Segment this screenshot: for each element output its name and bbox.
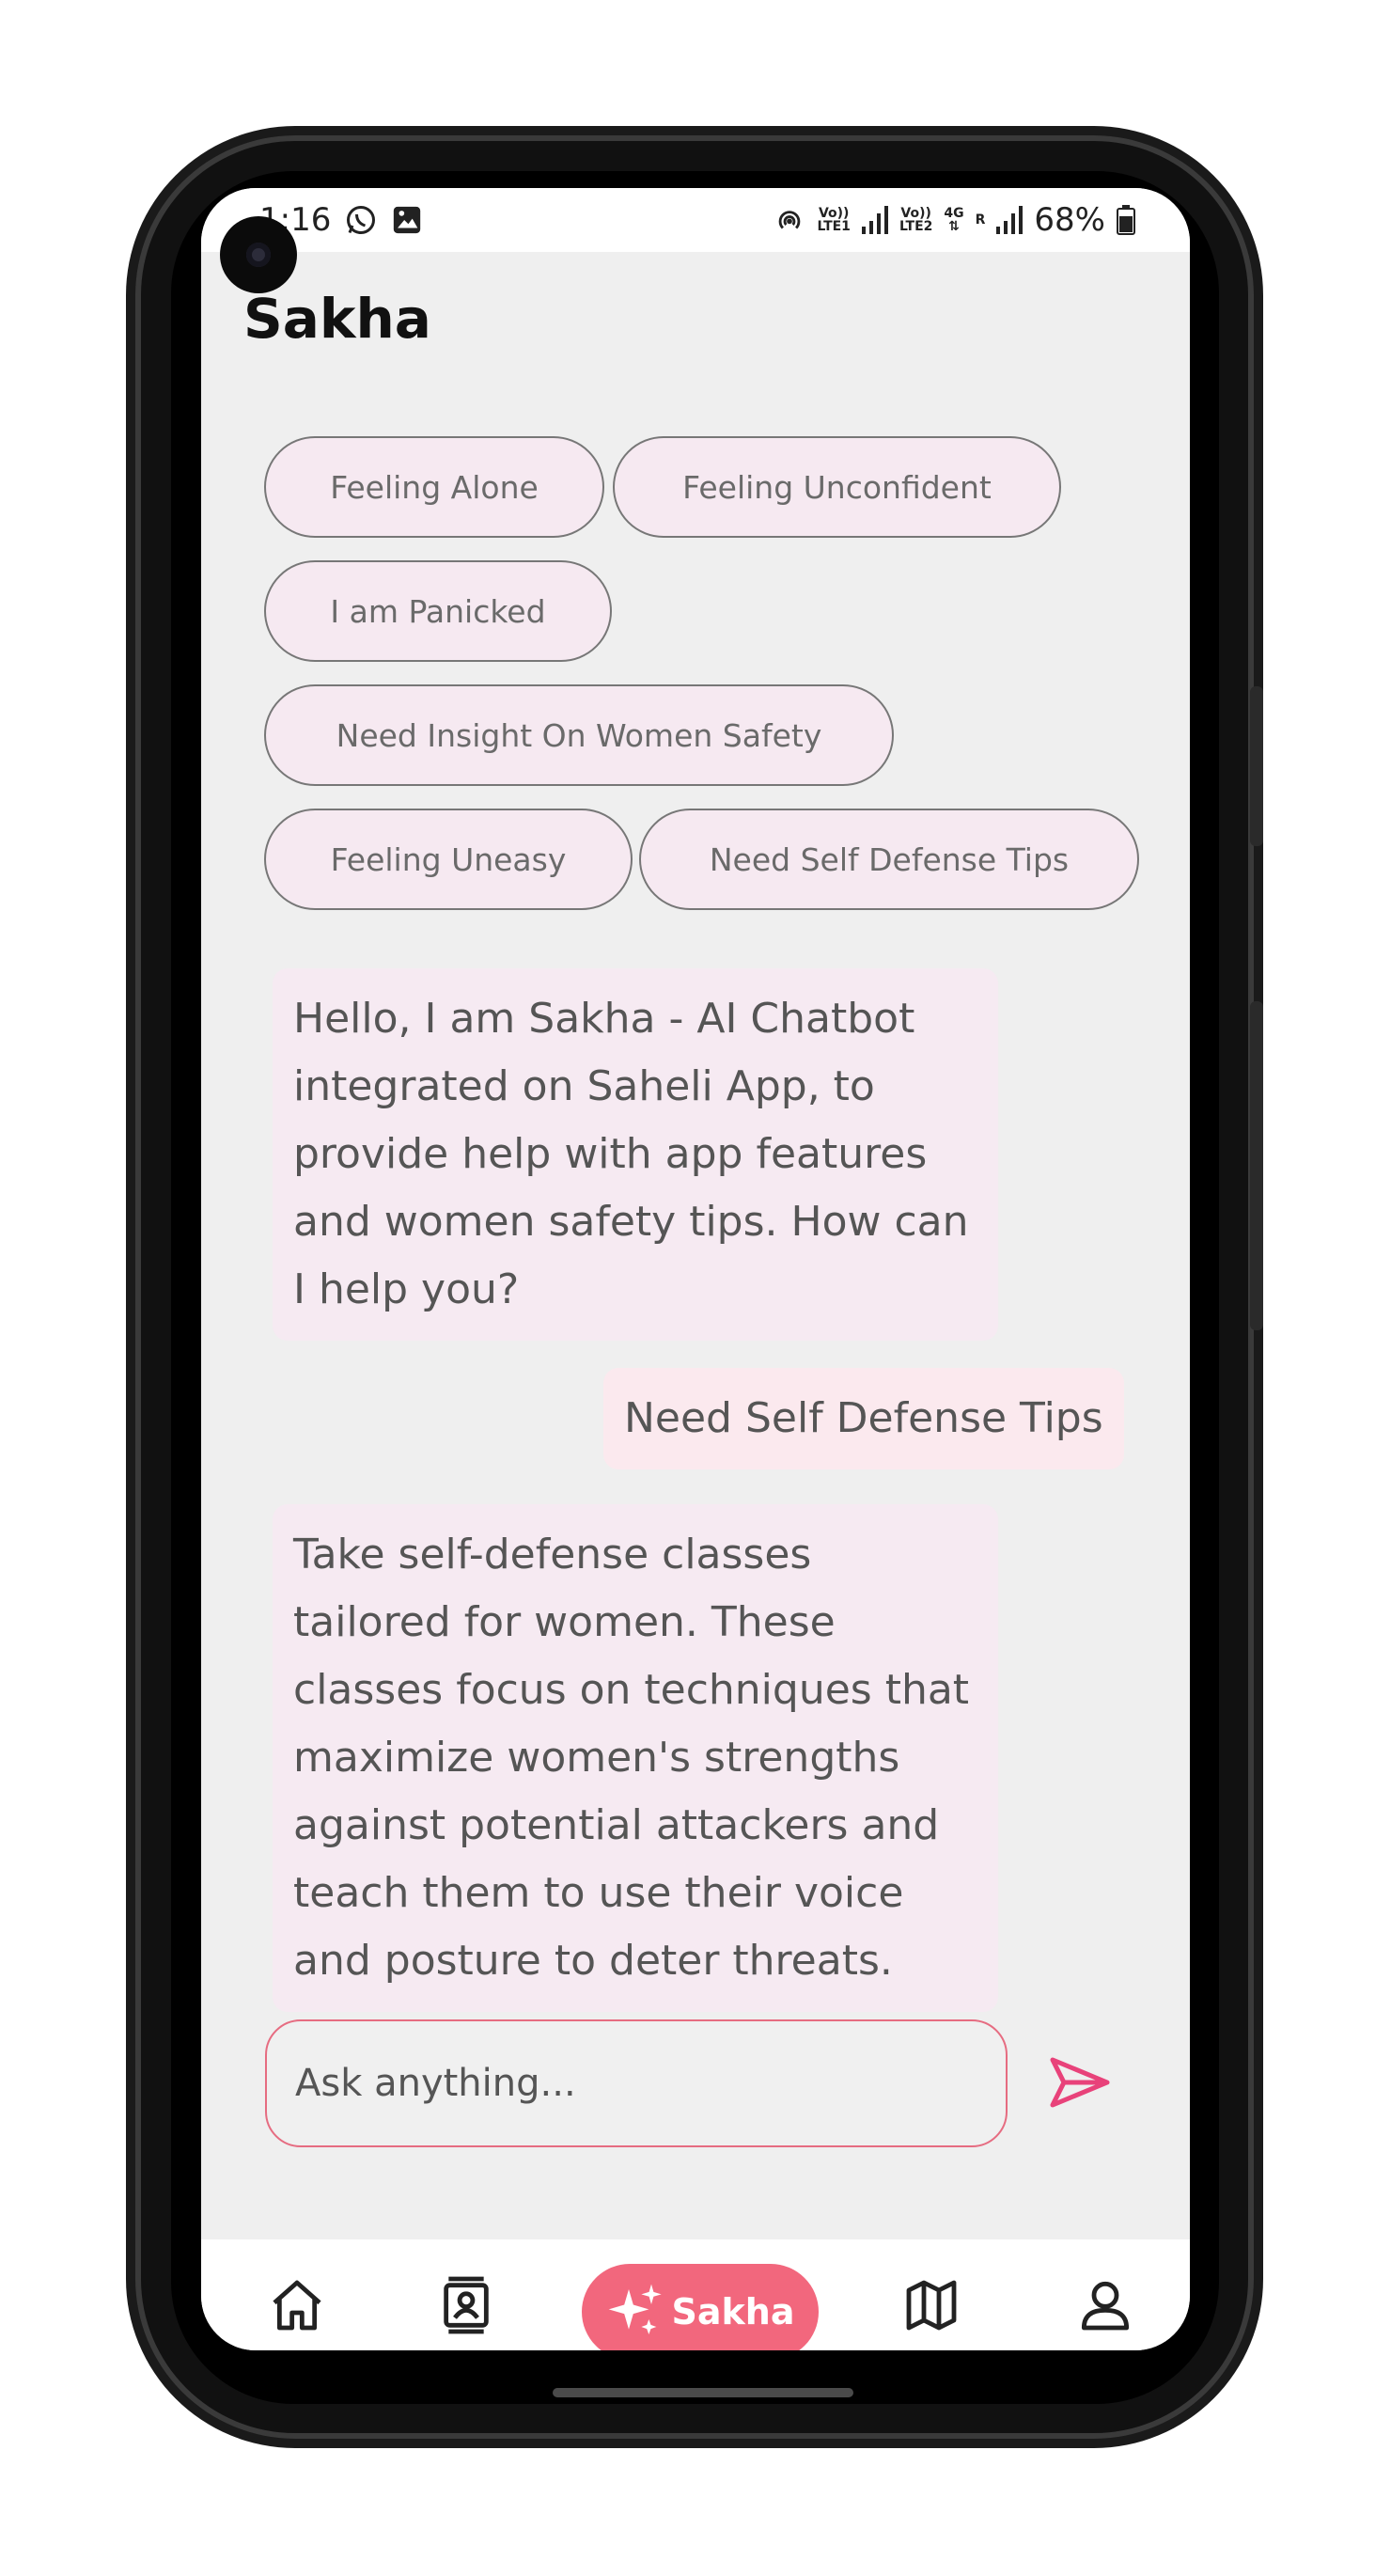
chip-feeling-alone[interactable]: Feeling Alone bbox=[264, 436, 604, 538]
chip-self-defense-tips[interactable]: Need Self Defense Tips bbox=[639, 809, 1139, 910]
contacts-icon[interactable] bbox=[436, 2275, 496, 2335]
camera-lens bbox=[246, 243, 271, 267]
send-icon[interactable] bbox=[1049, 2054, 1111, 2111]
battery-icon bbox=[1117, 205, 1135, 235]
sim1-volte: Vo)) bbox=[818, 206, 850, 221]
profile-icon[interactable] bbox=[1075, 2275, 1135, 2335]
bot-message: Take self-defense classes tailored for w… bbox=[273, 1504, 998, 2012]
front-camera bbox=[220, 216, 297, 293]
app-screen: 1:16 Vo)) LTE1 Vo)) LTE2 4G ⇅ R 68% Sakh… bbox=[201, 188, 1190, 2350]
chip-i-am-panicked[interactable]: I am Panicked bbox=[264, 560, 612, 662]
status-bar: 1:16 Vo)) LTE1 Vo)) LTE2 4G ⇅ R 68% bbox=[201, 188, 1190, 252]
nav-sakha-label: Sakha bbox=[671, 2291, 795, 2333]
gallery-icon bbox=[394, 206, 421, 234]
chip-feeling-uneasy[interactable]: Feeling Uneasy bbox=[264, 809, 633, 910]
home-icon[interactable] bbox=[267, 2275, 327, 2335]
sim2-lte: LTE2 bbox=[899, 219, 933, 234]
hotspot-icon bbox=[779, 211, 801, 229]
sim2-volte: Vo)) bbox=[900, 206, 931, 221]
chip-feeling-unconfident[interactable]: Feeling Unconfident bbox=[613, 436, 1061, 538]
network-4g: 4G bbox=[944, 206, 964, 221]
sim1-lte: LTE1 bbox=[817, 219, 851, 234]
bot-message: Hello, I am Sakha - AI Chatbot integrate… bbox=[273, 968, 998, 1341]
network-arrows: ⇅ bbox=[948, 219, 960, 234]
bottom-nav: Sakha bbox=[201, 2239, 1190, 2350]
nav-sakha-button[interactable]: Sakha bbox=[582, 2264, 819, 2350]
user-message: Need Self Defense Tips bbox=[603, 1368, 1124, 1469]
chat-input[interactable]: Ask anything... bbox=[265, 2019, 1008, 2147]
power-button bbox=[1250, 1001, 1263, 1330]
page-title: Sakha bbox=[243, 287, 431, 351]
network-type: 4G ⇅ bbox=[944, 207, 963, 233]
sparkle-icon bbox=[608, 2284, 662, 2334]
sim1-indicator: Vo)) LTE1 bbox=[817, 207, 850, 233]
signal-icon bbox=[861, 206, 888, 234]
map-icon[interactable] bbox=[901, 2275, 961, 2335]
sim2-indicator: Vo)) LTE2 bbox=[899, 207, 932, 233]
chip-women-safety-insight[interactable]: Need Insight On Women Safety bbox=[264, 684, 894, 786]
battery-percent: 68% bbox=[1034, 201, 1105, 239]
whatsapp-icon bbox=[347, 206, 376, 234]
signal-icon-2 bbox=[996, 206, 1024, 234]
roaming-indicator: R bbox=[975, 212, 986, 228]
volume-button bbox=[1250, 686, 1263, 846]
home-indicator[interactable] bbox=[553, 2388, 853, 2397]
status-right: Vo)) LTE1 Vo)) LTE2 4G ⇅ R 68% bbox=[774, 201, 1135, 239]
